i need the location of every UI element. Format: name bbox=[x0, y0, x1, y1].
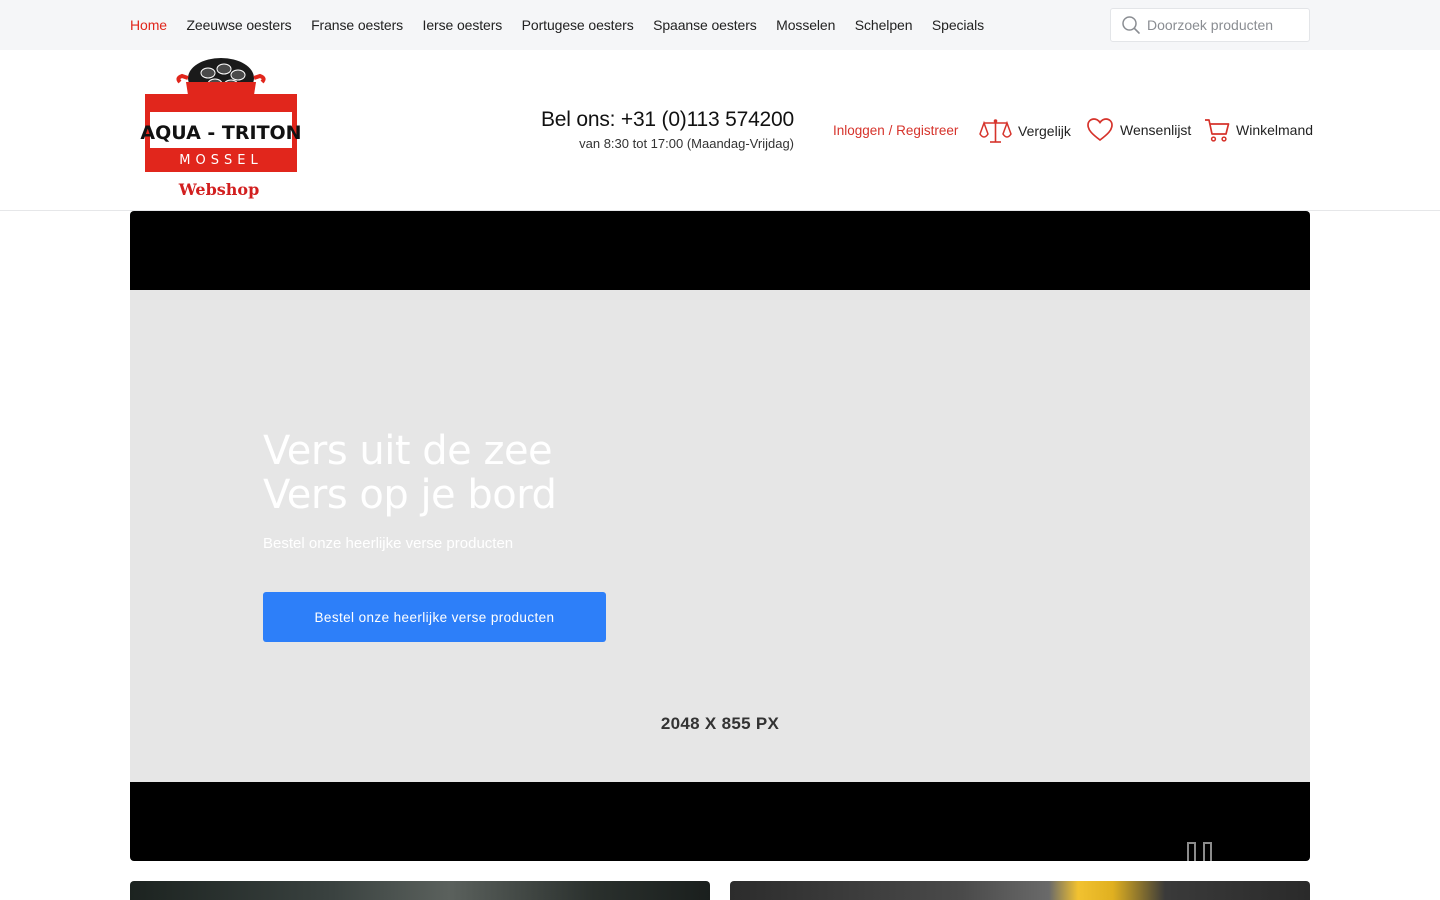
slider-pause-button[interactable] bbox=[1187, 842, 1219, 861]
logo-text-webshop: Webshop bbox=[178, 180, 260, 199]
contact-info: Bel ons: +31 (0)113 574200 van 8:30 tot … bbox=[541, 108, 794, 151]
shopping-cart-icon bbox=[1205, 119, 1230, 142]
opening-hours: van 8:30 tot 17:00 (Maandag-Vrijdag) bbox=[579, 136, 794, 151]
top-bar: Home Zeeuwse oesters Franse oesters Iers… bbox=[0, 0, 1440, 50]
register-link[interactable]: Registreer bbox=[896, 123, 958, 138]
nav-item-mosselen[interactable]: Mosselen bbox=[776, 17, 835, 33]
wishlist-label: Wensenlijst bbox=[1120, 122, 1192, 138]
logo-text-mossel: MOSSEL bbox=[179, 153, 262, 168]
scale-icon bbox=[979, 119, 1012, 143]
nav-item-portugese-oesters[interactable]: Portugese oesters bbox=[522, 17, 634, 33]
hero-title: Vers uit de zee Vers op je bord bbox=[263, 428, 557, 518]
nav-item-franse-oesters[interactable]: Franse oesters bbox=[311, 17, 403, 33]
nav-item-specials[interactable]: Specials bbox=[932, 17, 984, 33]
pause-icon-bar-right bbox=[1203, 842, 1212, 861]
nav-item-schelpen[interactable]: Schelpen bbox=[855, 17, 913, 33]
compare-button[interactable]: Vergelijk bbox=[979, 117, 1071, 145]
logo-graphic: AQUA - TRITON MOSSEL Webshop bbox=[140, 58, 302, 199]
promo-card-right[interactable] bbox=[730, 881, 1310, 900]
promo-card-left[interactable] bbox=[130, 881, 710, 900]
aqua-triton-logo[interactable]: AQUA - TRITON MOSSEL Webshop bbox=[140, 56, 302, 202]
image-placeholder-size: 2048 X 855 PX bbox=[660, 714, 780, 733]
hero-slide: Vers uit de zee Vers op je bord Bestel o… bbox=[130, 290, 1310, 861]
hero-subtitle: Bestel onze heerlijke verse producten bbox=[263, 535, 514, 552]
search-icon bbox=[1122, 16, 1140, 34]
order-products-button[interactable]: Bestel onze heerlijke verse producten bbox=[263, 592, 606, 642]
logo-text-aqua-triton: AQUA - TRITON bbox=[140, 122, 301, 144]
compare-label: Vergelijk bbox=[1018, 123, 1071, 139]
nav-item-spaanse-oesters[interactable]: Spaanse oesters bbox=[653, 17, 757, 33]
cart-label: Winkelmand bbox=[1236, 122, 1314, 138]
site-header: AQUA - TRITON MOSSEL Webshop Bel ons: +3… bbox=[0, 50, 1440, 211]
wishlist-button[interactable]: Wensenlijst bbox=[1086, 117, 1191, 143]
search-box[interactable] bbox=[1110, 8, 1310, 42]
account-separator: / bbox=[884, 123, 897, 138]
hero-title-line-1: Vers uit de zee bbox=[263, 428, 553, 474]
account-links: Inloggen / Registreer bbox=[833, 123, 958, 138]
main-navigation: Home Zeeuwse oesters Franse oesters Iers… bbox=[130, 0, 1004, 50]
nav-item-zeeuwse-oesters[interactable]: Zeeuwse oesters bbox=[186, 17, 291, 33]
heart-icon bbox=[1087, 118, 1113, 142]
phone-number[interactable]: Bel ons: +31 (0)113 574200 bbox=[541, 108, 794, 132]
nav-item-ierse-oesters[interactable]: Ierse oesters bbox=[423, 17, 503, 33]
hero-title-line-2: Vers op je bord bbox=[263, 472, 557, 518]
hero-slider: Vers uit de zee Vers op je bord Bestel o… bbox=[130, 211, 1310, 861]
pause-icon-bar-left bbox=[1187, 842, 1196, 861]
login-link[interactable]: Inloggen bbox=[833, 123, 885, 138]
cart-button[interactable]: Winkelmand bbox=[1204, 117, 1313, 143]
nav-item-home[interactable]: Home bbox=[130, 17, 167, 33]
search-input[interactable] bbox=[1147, 17, 1307, 33]
